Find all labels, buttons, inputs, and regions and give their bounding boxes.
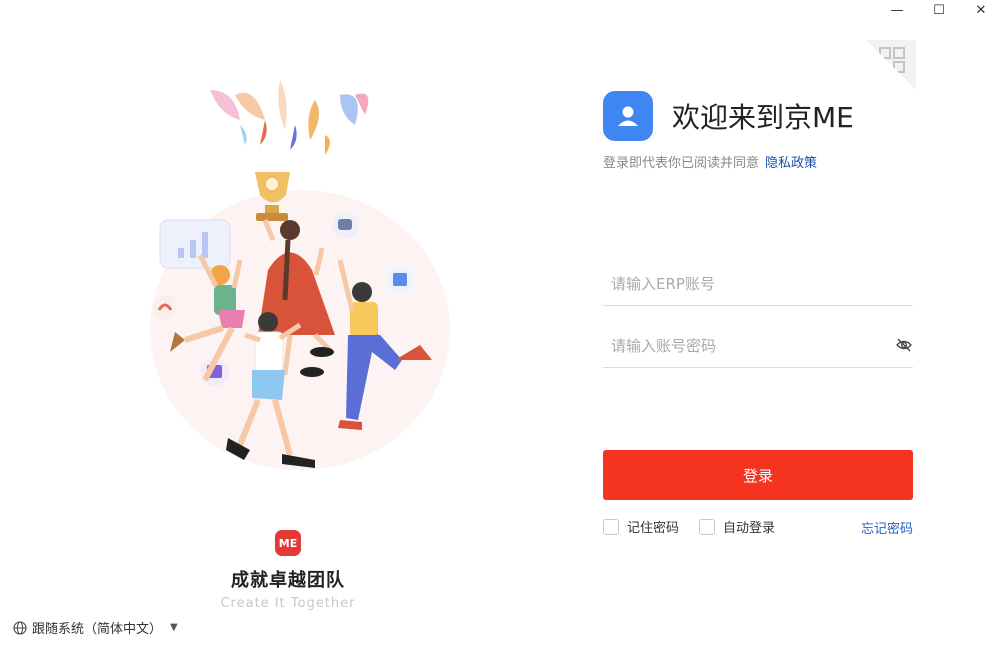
maximize-icon: ☐ bbox=[933, 2, 945, 18]
team-celebration-icon bbox=[150, 80, 450, 470]
erp-account-input[interactable] bbox=[603, 262, 913, 305]
chevron-down-icon: ▼ bbox=[170, 622, 178, 633]
privacy-policy-link[interactable]: 隐私政策 bbox=[765, 156, 817, 171]
checkbox-box bbox=[699, 518, 715, 535]
language-selector[interactable]: 跟随系统（简体中文） ▼ bbox=[13, 618, 178, 637]
agreement-label: 登录即代表你已阅读并同意 bbox=[603, 156, 760, 171]
language-label: 跟随系统（简体中文） bbox=[32, 622, 163, 637]
globe-icon bbox=[13, 620, 27, 635]
minimize-button[interactable]: — bbox=[876, 0, 918, 20]
login-options: 记住密码 自动登录 忘记密码 bbox=[603, 517, 913, 537]
user-avatar-icon bbox=[618, 106, 638, 126]
slogan-english: Create It Together bbox=[220, 596, 356, 611]
close-button[interactable]: ✕ bbox=[960, 0, 1002, 20]
app-icon bbox=[603, 91, 653, 141]
login-window: — ☐ ✕ ME 成就卓越团队 Create It Together 跟随系统（… bbox=[0, 0, 1002, 648]
qr-code-corner-icon[interactable] bbox=[866, 40, 916, 90]
erp-account-field bbox=[603, 262, 913, 306]
remember-password-checkbox[interactable]: 记住密码 bbox=[603, 517, 679, 536]
login-button[interactable]: 登录 bbox=[603, 450, 913, 500]
password-input[interactable] bbox=[603, 324, 913, 367]
forgot-password-link[interactable]: 忘记密码 bbox=[861, 518, 913, 537]
window-controls: — ☐ ✕ bbox=[876, 0, 1002, 20]
auto-login-checkbox[interactable]: 自动登录 bbox=[699, 517, 775, 536]
close-icon: ✕ bbox=[975, 2, 987, 18]
welcome-title: 欢迎来到京ME bbox=[672, 101, 854, 134]
checkbox-box bbox=[603, 518, 619, 535]
remember-password-label: 记住密码 bbox=[627, 521, 680, 536]
password-field bbox=[603, 324, 913, 368]
minimize-icon: — bbox=[890, 2, 904, 18]
eye-hidden-icon[interactable] bbox=[895, 336, 913, 354]
maximize-button[interactable]: ☐ bbox=[918, 0, 960, 20]
brand-logo-text: ME bbox=[278, 536, 298, 550]
agreement-text: 登录即代表你已阅读并同意 隐私政策 bbox=[603, 152, 817, 171]
brand-logo-icon: ME bbox=[275, 530, 301, 556]
celebration-illustration bbox=[140, 70, 450, 480]
auto-login-label: 自动登录 bbox=[723, 521, 776, 536]
slogan: 成就卓越团队 bbox=[231, 570, 345, 591]
